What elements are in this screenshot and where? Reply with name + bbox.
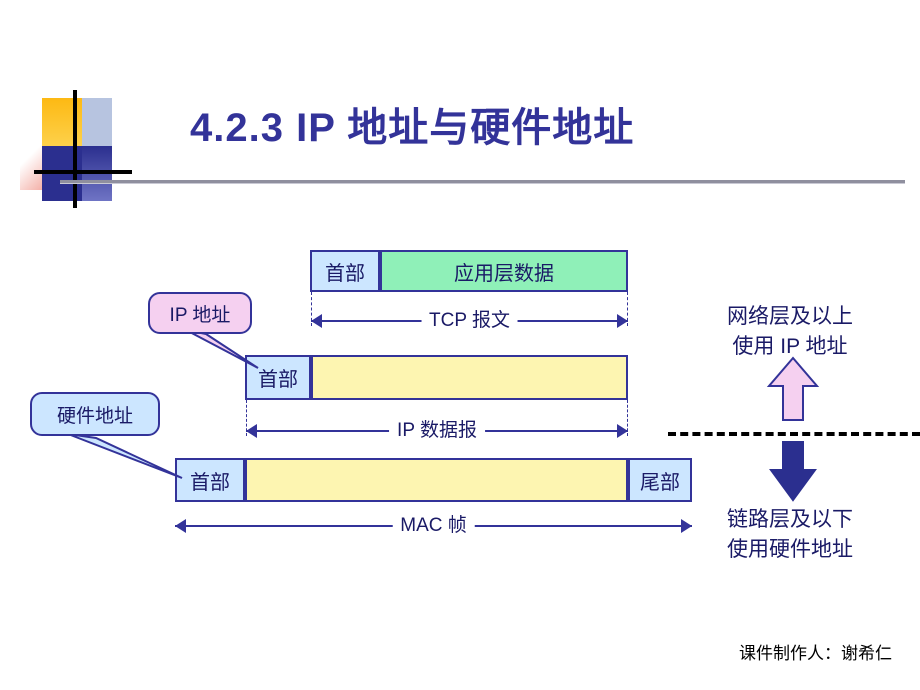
title-decoration [20, 90, 132, 208]
deco-square-lightblue [82, 98, 112, 146]
slide: 4.2.3 IP 地址与硬件地址 首部 应用层数据 TCP 报文 首部 IP 数… [0, 0, 920, 690]
tcp-payload-cell: 应用层数据 [380, 250, 628, 292]
tcp-measure-arrow: TCP 报文 [311, 310, 628, 332]
mac-payload-cell [245, 458, 628, 502]
ip-payload-cell [311, 355, 628, 400]
up-arrow-icon [766, 356, 820, 421]
title-divider [60, 180, 905, 184]
page-title: 4.2.3 IP 地址与硬件地址 [190, 106, 635, 150]
ip-callout-bubble: IP 地址 [148, 292, 252, 334]
layer-separator-dashed-line [668, 432, 920, 436]
lower-layer-note-line1: 链路层及以下 [727, 508, 853, 531]
tcp-measure-label: TCP 报文 [421, 310, 518, 332]
deco-cross-horizontal [34, 170, 132, 174]
tcp-measure-head-right [617, 314, 628, 328]
mac-measure-label: MAC 帧 [392, 515, 475, 537]
hw-callout-bubble: 硬件地址 [30, 392, 160, 436]
hardware-address-callout: 硬件地址 [30, 392, 210, 487]
ip-measure-label: IP 数据报 [389, 420, 485, 442]
ip-measure-head-right [617, 424, 628, 438]
mac-measure-arrow: MAC 帧 [175, 515, 692, 537]
mac-trailer-cell: 尾部 [628, 458, 692, 502]
lower-layer-note: 链路层及以下 使用硬件地址 [690, 505, 890, 565]
upper-layer-note: 网络层及以上 使用 IP 地址 [690, 302, 890, 362]
ip-address-callout: IP 地址 [148, 292, 278, 372]
mac-measure-head-left [175, 519, 186, 533]
tcp-header-cell: 首部 [310, 250, 380, 292]
upper-layer-note-line1: 网络层及以上 [727, 305, 853, 328]
footer-credit: 课件制作人：谢希仁 [739, 644, 892, 663]
down-arrow-icon [769, 441, 817, 502]
lower-layer-note-line2: 使用硬件地址 [727, 538, 853, 561]
ip-measure-head-left [246, 424, 257, 438]
deco-cross-vertical [73, 90, 77, 208]
tcp-measure-head-left [311, 314, 322, 328]
ip-measure-arrow: IP 数据报 [246, 420, 628, 442]
